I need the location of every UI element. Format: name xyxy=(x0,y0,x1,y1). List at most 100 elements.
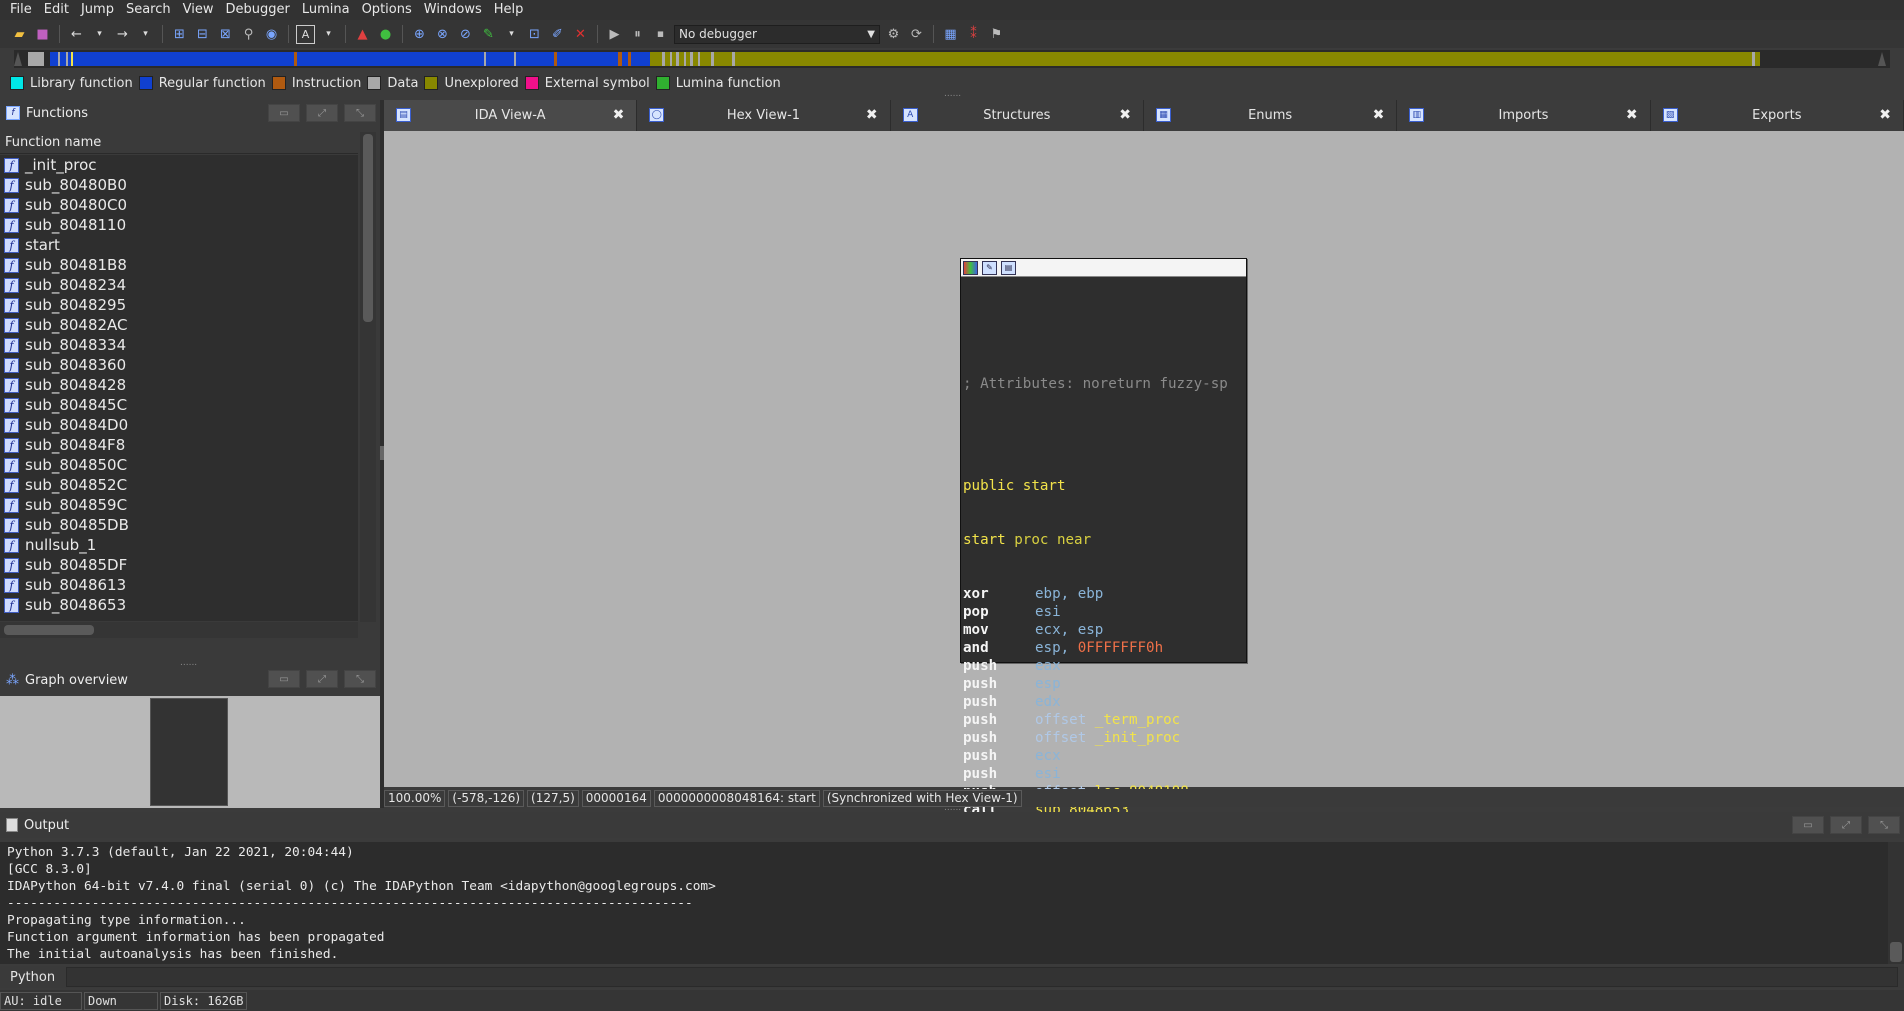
graph-overview-viewport[interactable] xyxy=(150,698,228,806)
functions-vertical-scroll-thumb[interactable] xyxy=(363,134,373,322)
function-list-item[interactable]: f start xyxy=(0,235,358,255)
data-icon[interactable]: ⊘ xyxy=(456,25,475,44)
close-icon[interactable]: ✖ xyxy=(1373,107,1385,123)
function-list-item[interactable]: f sub_80485DF xyxy=(0,555,358,575)
function-list-item[interactable]: f sub_8048613 xyxy=(0,575,358,595)
delete-breakpoint-icon[interactable]: ✕ xyxy=(571,25,590,44)
function-list-item[interactable]: f sub_80482AC xyxy=(0,315,358,335)
tab-exports[interactable]: ▧ Exports ✖ xyxy=(1650,100,1904,131)
menu-windows[interactable]: Windows xyxy=(418,0,488,20)
debugger-select[interactable]: No debugger ▼ xyxy=(674,24,880,44)
forward-history-dropdown-icon[interactable]: ▾ xyxy=(136,25,155,44)
new-enum-icon[interactable]: ⊟ xyxy=(193,25,212,44)
menu-search[interactable]: Search xyxy=(120,0,177,20)
menu-help[interactable]: Help xyxy=(488,0,530,20)
run-script-icon[interactable]: ◉ xyxy=(262,25,281,44)
open-folder-icon[interactable]: ▰ xyxy=(10,25,29,44)
start-process-icon[interactable]: ▶ xyxy=(605,25,624,44)
instruction-line[interactable]: push esp xyxy=(963,675,1246,693)
node-rename-icon[interactable]: ✎ xyxy=(982,260,997,275)
menu-view[interactable]: View xyxy=(177,0,220,20)
new-structure-icon[interactable]: ⊞ xyxy=(170,25,189,44)
menu-options[interactable]: Options xyxy=(356,0,418,20)
back-history-dropdown-icon[interactable]: ▾ xyxy=(90,25,109,44)
breakpoint-list-icon[interactable]: ⁑ xyxy=(964,25,983,44)
output-float-button[interactable]: ⤢ xyxy=(1830,816,1862,834)
close-icon[interactable]: ✖ xyxy=(866,107,878,123)
tracing-icon[interactable]: ▦ xyxy=(941,25,960,44)
function-list-item[interactable]: f sub_80484F8 xyxy=(0,435,358,455)
string-dropdown-icon[interactable]: ▾ xyxy=(319,25,338,44)
debugger-options-icon[interactable]: ⚙ xyxy=(884,25,903,44)
function-list-item[interactable]: f sub_8048234 xyxy=(0,275,358,295)
overview-menu-button[interactable]: ▭ xyxy=(268,670,300,688)
function-list-item[interactable]: f sub_804845C xyxy=(0,395,358,415)
create-function-icon[interactable]: ⊕ xyxy=(410,25,429,44)
overview-close-button[interactable]: ⤡ xyxy=(344,670,376,688)
node-color-icon[interactable] xyxy=(963,260,978,275)
menu-edit[interactable]: Edit xyxy=(38,0,75,20)
menu-jump[interactable]: Jump xyxy=(75,0,120,20)
function-list-item[interactable]: f sub_804850C xyxy=(0,455,358,475)
splitter-grip[interactable]: ...... xyxy=(944,89,961,99)
undefine-dropdown-icon[interactable]: ▾ xyxy=(502,25,521,44)
close-icon[interactable]: ✖ xyxy=(1879,107,1891,123)
navigation-band[interactable] xyxy=(14,50,1890,68)
function-name-column-header[interactable]: Function name xyxy=(0,132,358,154)
close-icon[interactable]: ✖ xyxy=(1119,107,1131,123)
binary-search-icon[interactable]: ⊠ xyxy=(216,25,235,44)
text-search-icon[interactable]: ⚲ xyxy=(239,25,258,44)
close-icon[interactable]: ✖ xyxy=(1626,107,1638,123)
search-direction[interactable]: Down xyxy=(84,991,158,1010)
instruction-line[interactable]: push ecx xyxy=(963,747,1246,765)
function-list-item[interactable]: f _init_proc xyxy=(0,155,358,175)
instruction-line[interactable]: mov ecx, esp xyxy=(963,621,1246,639)
instruction-line[interactable]: and esp, 0FFFFFFF0h xyxy=(963,639,1246,657)
instruction-line[interactable]: push offset _init_proc xyxy=(963,729,1246,747)
pause-process-icon[interactable]: ⏸ xyxy=(628,25,647,44)
panel-close-button[interactable]: ⤡ xyxy=(344,104,376,122)
overview-float-button[interactable]: ⤢ xyxy=(306,670,338,688)
functions-horizontal-scroll-thumb[interactable] xyxy=(4,625,94,635)
add-breakpoint-icon[interactable]: ⊡ xyxy=(525,25,544,44)
menu-file[interactable]: File xyxy=(4,0,38,20)
tab-ida-view-a[interactable]: ▤ IDA View-A ✖ xyxy=(384,100,638,131)
tab-enums[interactable]: ▦ Enums ✖ xyxy=(1143,100,1398,131)
output-close-button[interactable]: ⤡ xyxy=(1868,816,1900,834)
instruction-line[interactable]: push eax xyxy=(963,657,1246,675)
function-list-item[interactable]: f sub_8048295 xyxy=(0,295,358,315)
instruction-line[interactable]: push offset _term_proc xyxy=(963,711,1246,729)
save-icon[interactable]: ■ xyxy=(33,25,52,44)
output-text[interactable]: Python 3.7.3 (default, Jan 22 2021, 20:0… xyxy=(0,842,1888,964)
back-arrow-icon[interactable]: ← xyxy=(67,25,86,44)
tab-structures[interactable]: A Structures ✖ xyxy=(890,100,1144,131)
instruction-line[interactable]: push esi xyxy=(963,765,1246,783)
panel-float-button[interactable]: ⤢ xyxy=(306,104,338,122)
function-list-item[interactable]: f sub_80484D0 xyxy=(0,415,358,435)
string-icon[interactable]: A xyxy=(296,24,315,44)
menu-lumina[interactable]: Lumina xyxy=(296,0,356,20)
menu-debugger[interactable]: Debugger xyxy=(219,0,295,20)
output-menu-button[interactable]: ▭ xyxy=(1792,816,1824,834)
function-list-item[interactable]: f nullsub_1 xyxy=(0,535,358,555)
function-list-item[interactable]: f sub_80480B0 xyxy=(0,175,358,195)
function-list-item[interactable]: f sub_8048428 xyxy=(0,375,358,395)
proximity-icon[interactable]: ● xyxy=(376,25,395,44)
node-group-icon[interactable]: ▤ xyxy=(1001,260,1016,275)
tab-imports[interactable]: ▥ Imports ✖ xyxy=(1397,100,1651,131)
function-list-item[interactable]: f sub_8048110 xyxy=(0,215,358,235)
canvas-left-splitter-handle[interactable] xyxy=(380,446,384,460)
function-list-item[interactable]: f sub_80485DB xyxy=(0,515,358,535)
panel-menu-button[interactable]: ▭ xyxy=(268,104,300,122)
forward-arrow-icon[interactable]: → xyxy=(113,25,132,44)
function-list-item[interactable]: f sub_804852C xyxy=(0,475,358,495)
instruction-line[interactable]: pop esi xyxy=(963,603,1246,621)
tab-hex-view-1[interactable]: ◯ Hex View-1 ✖ xyxy=(637,100,891,131)
function-list-item[interactable]: f sub_8048360 xyxy=(0,355,358,375)
undefine-icon[interactable]: ✎ xyxy=(479,25,498,44)
graph-node-start[interactable]: ✎ ▤ ; Attributes: noreturn fuzzy-sp publ… xyxy=(960,258,1247,872)
cli-language-button[interactable]: Python xyxy=(0,970,66,985)
stop-process-icon[interactable]: ⏹ xyxy=(651,25,670,44)
cli-input[interactable] xyxy=(66,967,1898,987)
debug-settings-icon[interactable]: ⚑ xyxy=(987,25,1006,44)
